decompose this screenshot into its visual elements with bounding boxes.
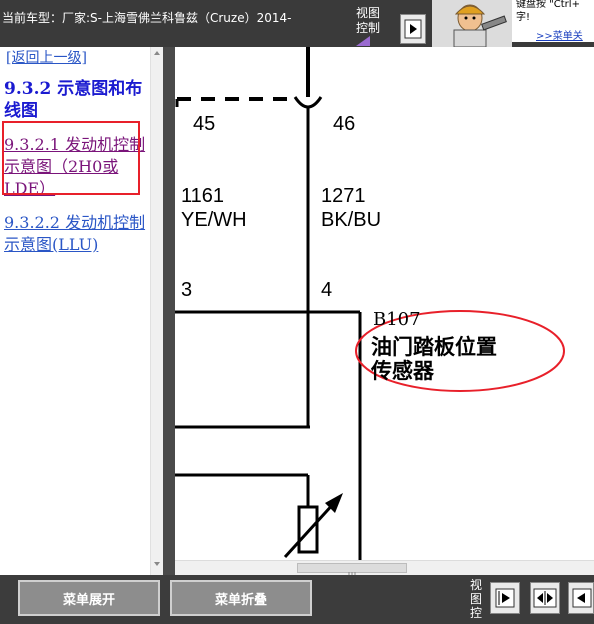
component-name-line2: 传感器 (371, 358, 434, 383)
pin-label-right: 46 (333, 113, 356, 135)
wire-left-id: 1161 (181, 185, 225, 207)
section-title[interactable]: 9.3.2 示意图和布线图 (4, 78, 150, 122)
menu-expand-button[interactable]: 菜单展开 (18, 580, 160, 616)
wiring-diagram-svg (175, 47, 565, 560)
back-link[interactable]: [返回上一级] (6, 47, 87, 67)
scroll-up-icon[interactable] (154, 51, 160, 55)
view-prev-button[interactable] (568, 582, 594, 614)
fit-width-icon (533, 588, 557, 608)
conn-label-right: 4 (321, 279, 333, 301)
scroll-thumb[interactable] (297, 563, 407, 578)
arrow-right-icon (404, 19, 422, 39)
conn-label-left: 3 (181, 279, 193, 301)
view-next-button-bottom[interactable] (490, 582, 520, 614)
view-indicator-icon (356, 36, 370, 46)
view-control-label-bottom: 视图控 (470, 578, 483, 620)
wire-right-id: 1271 (321, 185, 366, 207)
arrow-left-icon (572, 588, 592, 608)
sidebar-scrollbar[interactable] (150, 47, 163, 575)
menu-close-link[interactable]: >>菜单关 (536, 27, 583, 42)
menu-collapse-button[interactable]: 菜单折叠 (170, 580, 312, 616)
view-next-button[interactable] (400, 14, 426, 44)
tip-line-1: 键盘按 "Ctrl+ (516, 0, 580, 10)
scroll-down-icon[interactable] (154, 562, 160, 566)
toc-item-engine-control-llu[interactable]: 9.3.2.2 发动机控制示意图(LLU) (4, 212, 150, 256)
mascot-image (432, 0, 512, 47)
highlight-box (2, 121, 140, 195)
view-fit-button[interactable] (530, 582, 560, 614)
wire-right-color: BK/BU (321, 209, 382, 231)
view-control-label: 视图控制 (356, 6, 381, 35)
pin-label-left: 45 (193, 113, 216, 135)
component-id: B107 (373, 309, 421, 330)
arrow-right-icon (495, 588, 515, 608)
diagram-horizontal-scrollbar[interactable] (175, 560, 594, 578)
connector-arc (293, 96, 323, 109)
shortcut-tip: 键盘按 "Ctrl+ 字! >>菜单关 (512, 0, 594, 42)
current-vehicle-label: 当前车型：厂家:S-上海雪佛兰科鲁兹（Cruze）2014- (2, 11, 292, 25)
wire-left-color: YE/WH (181, 209, 247, 231)
frame-divider[interactable] (163, 47, 175, 575)
tip-line-2: 字! (516, 12, 531, 23)
wiring-diagram: 45 46 1161 YE/WH 1271 BK/BU 3 4 B107 油门踏… (175, 47, 594, 560)
